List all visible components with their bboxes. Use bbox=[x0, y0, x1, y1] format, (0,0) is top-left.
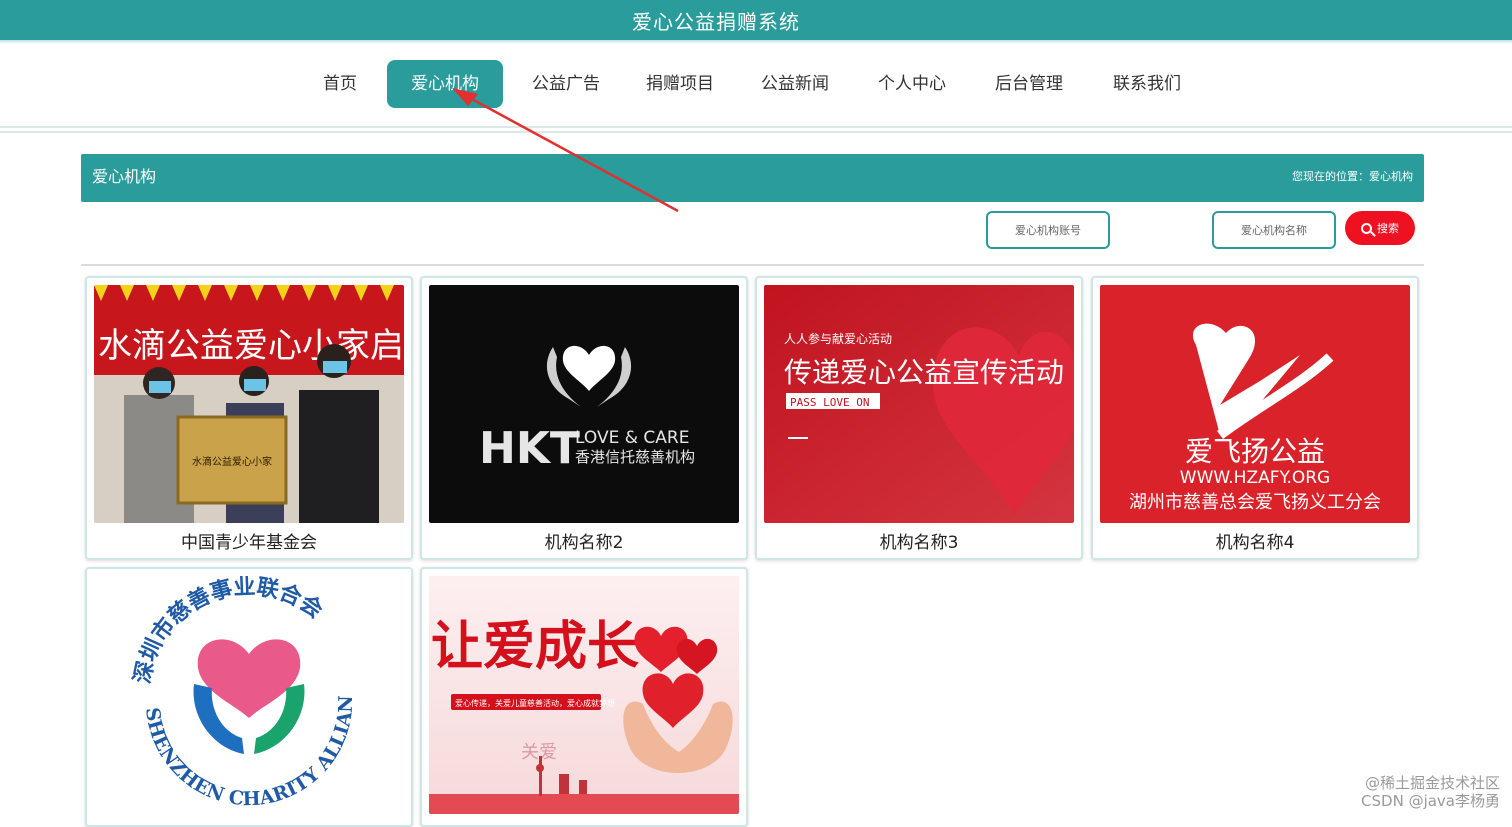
org-logo: HKT LOVE & CARE 香港信托慈善机构 bbox=[429, 285, 739, 523]
app-title: 爱心公益捐赠系统 bbox=[632, 9, 800, 34]
nav-charity-orgs[interactable]: 爱心机构 bbox=[387, 60, 503, 108]
org-card[interactable]: 爱飞扬公益 WWW.HZAFY.ORG 湖州市慈善总会爱飞扬义工分会 机构名称4 bbox=[1091, 276, 1419, 560]
nav-personal-center[interactable]: 个人中心 bbox=[864, 60, 960, 108]
section-header: 爱心机构 您现在的位置：爱心机构 bbox=[81, 154, 1424, 202]
org-card[interactable]: 水滴公益爱心小家启动会 水滴公益爱心小家 中国青少年基金会 bbox=[85, 276, 413, 560]
logo-line3: 湖州市慈善总会爱飞扬义工分会 bbox=[1129, 492, 1381, 513]
section-title: 爱心机构 bbox=[92, 167, 157, 186]
main-nav: 首页 爱心机构 公益广告 捐赠项目 公益新闻 个人中心 后台管理 联系我们 bbox=[0, 60, 1512, 108]
watermark-line2: CSDN @java李杨勇 bbox=[1361, 792, 1500, 810]
logo-big-text: HKT bbox=[479, 423, 580, 474]
org-card[interactable]: 人人参与献爱心活动 传递爱心公益宣传活动 PASS LOVE ON 机构名称3 bbox=[755, 276, 1083, 560]
org-card-image: 人人参与献爱心活动 传递爱心公益宣传活动 PASS LOVE ON bbox=[764, 285, 1074, 523]
header-shadow bbox=[0, 40, 1512, 44]
poster-sub-text: 爱心传递，关爱儿童慈善活动，爱心成就梦想 bbox=[455, 698, 615, 708]
breadcrumb: 您现在的位置：爱心机构 bbox=[1292, 170, 1413, 183]
org-card-name: 机构名称2 bbox=[544, 533, 624, 553]
campaign-poster: 人人参与献爱心活动 传递爱心公益宣传活动 PASS LOVE ON bbox=[764, 285, 1074, 523]
org-card-name: 机构名称4 bbox=[1215, 533, 1295, 553]
nav-admin[interactable]: 后台管理 bbox=[981, 60, 1077, 108]
org-seal: 深圳市慈善事业联合会 SHENZHEN CHARITY ALLIANCE bbox=[94, 576, 404, 814]
org-name-input[interactable] bbox=[1212, 211, 1336, 249]
nav-public-ads[interactable]: 公益广告 bbox=[518, 60, 614, 108]
poster-small-text: 人人参与献爱心活动 bbox=[784, 331, 892, 346]
nav-divider bbox=[0, 126, 1512, 128]
poster-tag: PASS LOVE ON bbox=[790, 396, 869, 409]
org-card-name: 机构名称3 bbox=[879, 533, 959, 553]
logo-line1: LOVE & CARE bbox=[575, 428, 689, 448]
nav-home[interactable]: 首页 bbox=[305, 60, 375, 108]
org-photo: 水滴公益爱心小家启动会 水滴公益爱心小家 bbox=[94, 285, 404, 523]
org-card-image: 爱飞扬公益 WWW.HZAFY.ORG 湖州市慈善总会爱飞扬义工分会 bbox=[1100, 285, 1410, 523]
campaign-poster: 让爱成长 爱心传递，关爱儿童慈善活动，爱心成就梦想 关爱 bbox=[429, 576, 739, 814]
org-card-image: 水滴公益爱心小家启动会 水滴公益爱心小家 bbox=[94, 285, 404, 523]
logo-line2: 香港信托慈善机构 bbox=[575, 448, 695, 466]
org-account-input[interactable] bbox=[986, 211, 1110, 249]
org-card-image: 让爱成长 爱心传递，关爱儿童慈善活动，爱心成就梦想 关爱 bbox=[429, 576, 739, 814]
org-card-image: 深圳市慈善事业联合会 SHENZHEN CHARITY ALLIANCE bbox=[94, 576, 404, 814]
search-button[interactable]: 搜索 bbox=[1345, 211, 1415, 245]
search-icon bbox=[1361, 222, 1372, 234]
nav-contact[interactable]: 联系我们 bbox=[1099, 60, 1195, 108]
poster-big-text: 传递爱心公益宣传活动 bbox=[784, 356, 1064, 389]
plaque-text: 水滴公益爱心小家 bbox=[192, 455, 272, 468]
app-header: 爱心公益捐赠系统 bbox=[0, 0, 1512, 40]
nav-donation-projects[interactable]: 捐赠项目 bbox=[632, 60, 728, 108]
logo-line2: WWW.HZAFY.ORG bbox=[1180, 468, 1330, 488]
poster-big-text: 让爱成长 bbox=[431, 616, 639, 677]
nav-divider bbox=[0, 131, 1512, 133]
logo-line1: 爱飞扬公益 bbox=[1185, 435, 1325, 468]
org-card-image: HKT LOVE & CARE 香港信托慈善机构 bbox=[429, 285, 739, 523]
org-card[interactable]: HKT LOVE & CARE 香港信托慈善机构 机构名称2 bbox=[420, 276, 748, 560]
search-button-label: 搜索 bbox=[1377, 222, 1399, 235]
org-card[interactable]: 让爱成长 爱心传递，关爱儿童慈善活动，爱心成就梦想 关爱 bbox=[420, 567, 748, 827]
nav-public-news[interactable]: 公益新闻 bbox=[747, 60, 843, 108]
list-divider bbox=[81, 264, 1424, 266]
org-logo: 爱飞扬公益 WWW.HZAFY.ORG 湖州市慈善总会爱飞扬义工分会 bbox=[1100, 285, 1410, 523]
banner-text: 水滴公益爱心小家启动会 bbox=[98, 326, 404, 366]
org-card[interactable]: 深圳市慈善事业联合会 SHENZHEN CHARITY ALLIANCE bbox=[85, 567, 413, 827]
org-card-name: 中国青少年基金会 bbox=[181, 533, 317, 553]
